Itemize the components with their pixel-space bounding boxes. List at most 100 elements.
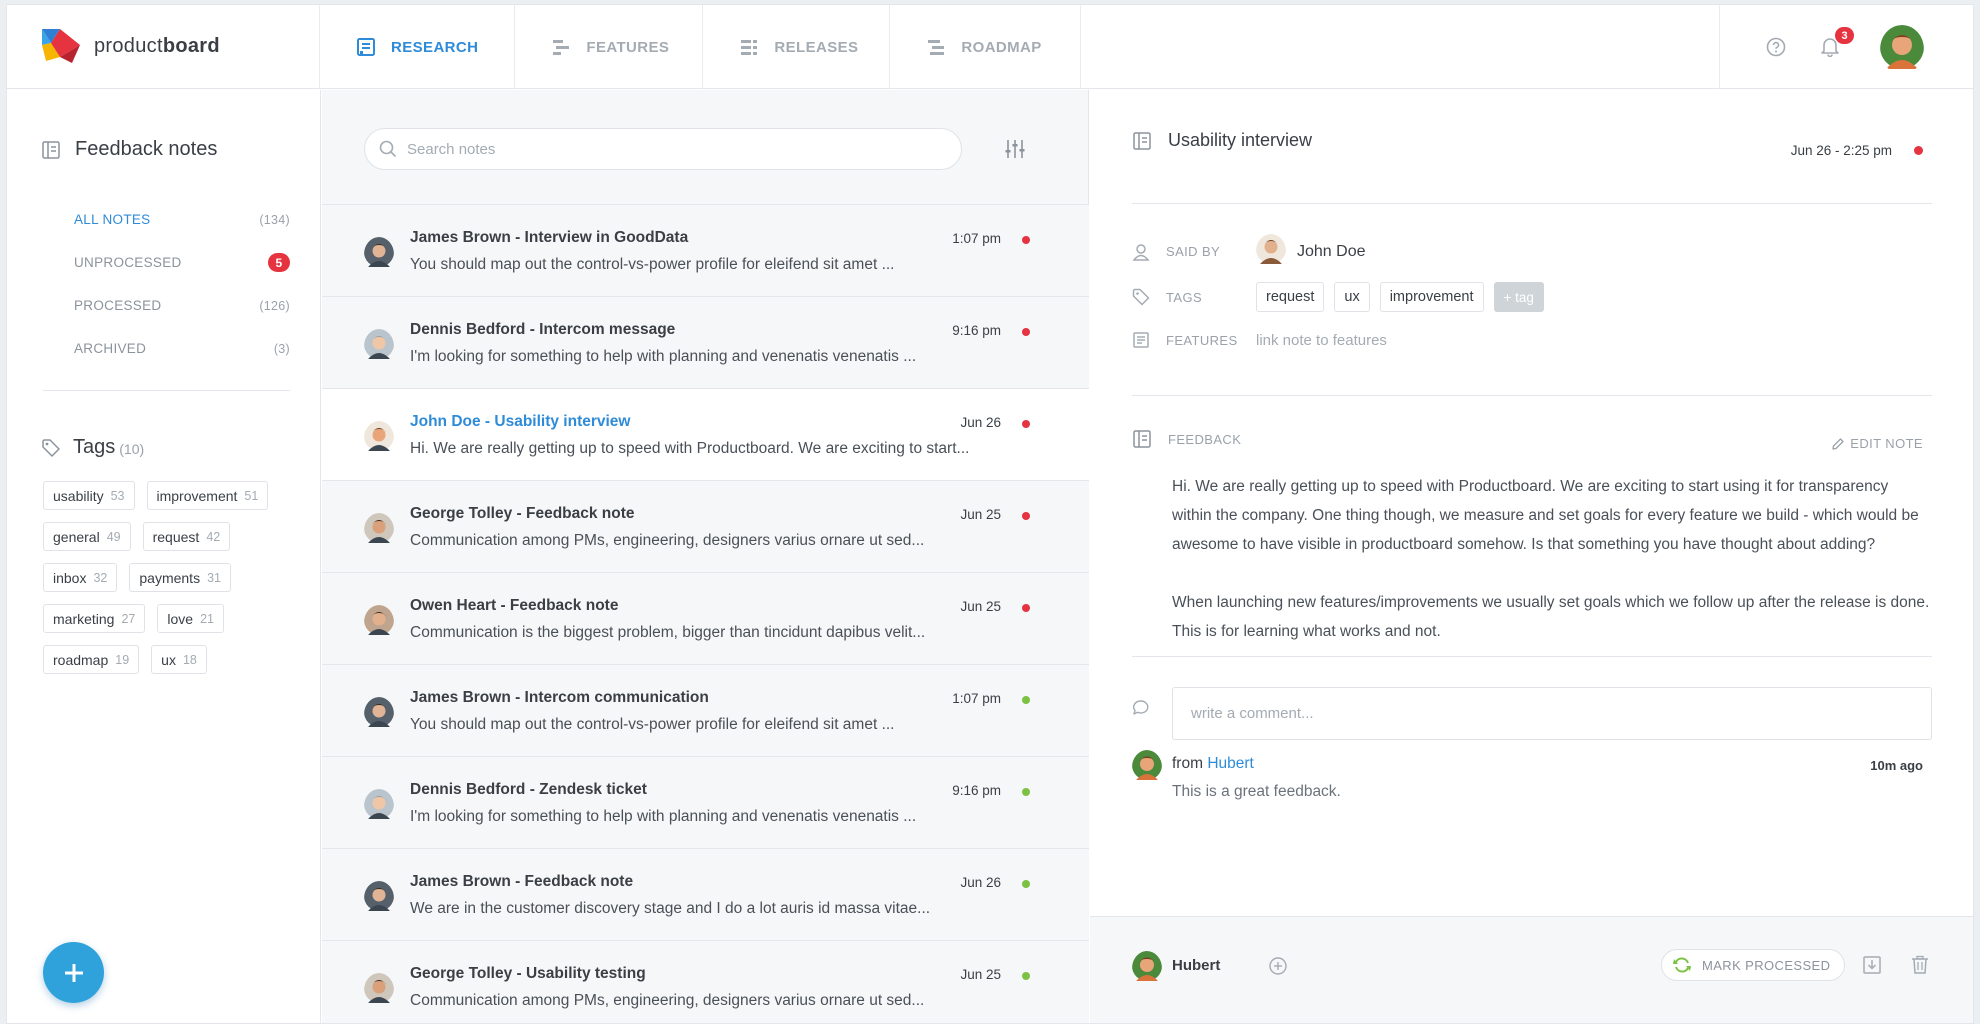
tag-name: inbox (53, 569, 87, 586)
tag-request[interactable]: request 42 (142, 522, 231, 551)
tag-payments[interactable]: payments 31 (129, 563, 231, 592)
status-dot (1022, 328, 1030, 336)
help-icon[interactable] (1766, 37, 1786, 62)
notification-badge: 3 (1835, 27, 1854, 44)
search-box (364, 128, 962, 170)
tags-count: (10) (119, 441, 145, 457)
tag-marketing[interactable]: marketing 27 (43, 604, 146, 633)
tab-research-label: RESEARCH (391, 38, 479, 56)
feedback-label: FEEDBACK (1168, 431, 1242, 447)
releases-icon (739, 37, 759, 57)
roadmap-icon (926, 37, 946, 57)
tag-inbox[interactable]: inbox 32 (43, 563, 118, 592)
filter-count: (3) (273, 341, 290, 356)
author-avatar (364, 513, 394, 548)
user-avatar[interactable] (1880, 25, 1924, 74)
features-icon (1133, 332, 1149, 348)
tab-releases[interactable]: RELEASES (703, 5, 891, 89)
note-list-item[interactable]: John Doe - Usability interview Jun 26 Hi. … (322, 388, 1089, 480)
comment-author-link[interactable]: Hubert (1207, 755, 1254, 772)
tag-name: ux (161, 651, 176, 668)
assignee-name[interactable]: Hubert (1172, 957, 1220, 974)
detail-footer: Hubert MARK PROCESSED (1090, 916, 1973, 1023)
refresh-icon (1673, 957, 1691, 973)
search-icon (379, 140, 397, 158)
note-time: Jun 26 (960, 415, 1001, 430)
tab-research[interactable]: RESEARCH (319, 5, 516, 89)
author-avatar (364, 973, 394, 1008)
mark-processed-button[interactable]: MARK PROCESSED (1661, 949, 1846, 981)
add-tag-button[interactable]: + tag (1493, 282, 1544, 312)
note-time: Jun 25 (960, 967, 1001, 982)
add-assignee-icon[interactable] (1268, 956, 1288, 981)
note-title: James Brown - Intercom communication (410, 689, 709, 706)
trash-icon[interactable] (1910, 955, 1930, 980)
note-list-item[interactable]: Dennis Bedford - Zendesk ticket 9:16 pm I'… (322, 756, 1089, 848)
said-by-label: SAID BY (1166, 244, 1221, 259)
filter-archived[interactable]: ARCHIVED (3) (74, 327, 290, 370)
add-note-button[interactable] (43, 942, 104, 1003)
author-avatar (364, 789, 394, 824)
tab-roadmap[interactable]: ROADMAP (890, 5, 1082, 89)
note-list-item[interactable]: James Brown - Feedback note Jun 26 We are … (322, 848, 1089, 940)
tab-features-label: FEATURES (586, 38, 670, 56)
tag-count: 18 (182, 652, 197, 667)
author-avatar (364, 881, 394, 916)
tag-improvement[interactable]: improvement 51 (146, 481, 269, 510)
tags-label: TAGS (1166, 289, 1203, 305)
divider (1132, 656, 1932, 657)
note-list-item[interactable]: James Brown - Interview in GoodData 1:07 … (322, 204, 1089, 296)
unprocessed-badge: 5 (268, 253, 290, 272)
tag-general[interactable]: general 49 (43, 522, 131, 551)
note-tag[interactable]: improvement (1379, 282, 1484, 312)
note-list-item[interactable]: James Brown - Intercom communication 1:07… (322, 664, 1089, 756)
note-tag[interactable]: ux (1334, 282, 1370, 312)
comment-input[interactable] (1191, 705, 1911, 722)
filter-unprocessed[interactable]: UNPROCESSED 5 (74, 241, 290, 284)
tag-love[interactable]: love 21 (157, 604, 224, 633)
filter-label: UNPROCESSED (74, 255, 182, 270)
comment-box (1172, 687, 1932, 740)
note-time: Jun 25 (960, 507, 1001, 522)
note-time: 1:07 pm (952, 691, 1001, 706)
said-by-user[interactable]: John Doe (1256, 234, 1366, 269)
search-input[interactable] (407, 140, 927, 158)
filter-processed[interactable]: PROCESSED (126) (74, 284, 290, 327)
author-avatar (364, 329, 394, 364)
tag-count: 49 (106, 529, 121, 544)
status-dot (1022, 512, 1030, 520)
tag-roadmap[interactable]: roadmap 19 (43, 645, 140, 674)
note-list-item[interactable]: George Tolley - Feedback note Jun 25 Commu… (322, 480, 1089, 572)
sliders-icon[interactable] (1004, 138, 1026, 165)
feedback-paragraph: Hi. We are really getting up to speed wi… (1172, 478, 1919, 553)
note-snippet: We are in the customer discovery stage a… (410, 900, 931, 917)
note-list-item[interactable]: Dennis Bedford - Intercom message 9:16 pm… (322, 296, 1089, 388)
notes-panel: James Brown - Interview in GoodData 1:07 … (322, 90, 1089, 1023)
tab-features[interactable]: FEATURES (515, 5, 704, 89)
comment-icon (1132, 699, 1150, 722)
comment-text: This is a great feedback. (1172, 783, 1341, 800)
filter-all-notes[interactable]: ALL NOTES (134) (74, 198, 290, 241)
archive-icon[interactable] (1862, 955, 1882, 980)
link-features-link[interactable]: link note to features (1256, 332, 1387, 349)
filter-label: PROCESSED (74, 298, 162, 313)
status-dot (1022, 788, 1030, 796)
note-time: 9:16 pm (952, 783, 1001, 798)
top-bar: productboard RESEARCH FEATURES RELEASES (7, 5, 1973, 89)
said-by-row: SAID BY John Doe (1132, 234, 1366, 269)
edit-note-label: EDIT NOTE (1850, 436, 1923, 451)
note-tags: request ux improvement + tag (1256, 282, 1544, 312)
note-title: Usability interview (1168, 130, 1313, 150)
productboard-logo[interactable]: productboard (42, 29, 220, 63)
brand-name: productboard (94, 34, 220, 57)
note-tag[interactable]: request (1256, 282, 1325, 312)
note-list-item[interactable]: George Tolley - Usability testing Jun 25 C… (322, 940, 1089, 1023)
tag-usability[interactable]: usability 53 (43, 481, 135, 510)
comment-from-prefix: from (1172, 755, 1203, 772)
note-list-item[interactable]: Owen Heart - Feedback note Jun 25 Communic… (322, 572, 1089, 664)
tag-count: 19 (115, 652, 130, 667)
note-time: Jun 26 (960, 875, 1001, 890)
status-dot (1022, 420, 1030, 428)
tag-ux[interactable]: ux 18 (151, 645, 207, 674)
edit-note-button[interactable]: EDIT NOTE (1831, 436, 1923, 451)
